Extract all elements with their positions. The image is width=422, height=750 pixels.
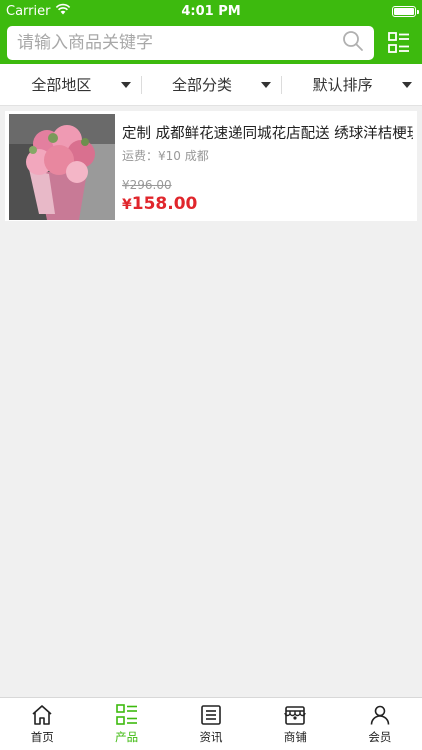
product-title[interactable]: 定制 成都鲜花速递同城花店配送 绣球洋桔梗玫瑰 xyxy=(122,122,413,143)
filter-label: 全部分类 xyxy=(172,76,233,94)
product-info: 定制 成都鲜花速递同城花店配送 绣球洋桔梗玫瑰 运费：¥10 成都 ¥296.0… xyxy=(115,114,413,218)
search-icon[interactable] xyxy=(342,30,364,56)
product-price: ¥158.00 xyxy=(122,194,413,214)
tab-home[interactable]: 首页 xyxy=(0,698,84,750)
product-card[interactable]: 定制 成都鲜花速递同城花店配送 绣球洋桔梗玫瑰 运费：¥10 成都 ¥296.0… xyxy=(5,111,417,221)
product-list-icon xyxy=(115,704,137,725)
filter-bar: 全部地区 全部分类 默认排序 xyxy=(0,64,422,106)
news-icon xyxy=(201,705,221,725)
category-menu-button[interactable] xyxy=(382,26,416,60)
filter-label: 默认排序 xyxy=(312,76,373,94)
tab-label: 商铺 xyxy=(283,730,307,744)
carrier-label: Carrier xyxy=(6,3,51,19)
tab-member[interactable]: 会员 xyxy=(338,698,422,750)
tab-label: 首页 xyxy=(30,730,54,744)
filter-label: 全部地区 xyxy=(31,76,92,94)
header: Carrier 4:01 PM xyxy=(0,0,422,64)
member-icon xyxy=(370,705,390,725)
status-left: Carrier xyxy=(6,3,71,19)
tab-news[interactable]: 资讯 xyxy=(169,698,253,750)
product-list: 定制 成都鲜花速递同城花店配送 绣球洋桔梗玫瑰 运费：¥10 成都 ¥296.0… xyxy=(0,106,422,221)
tab-label: 资讯 xyxy=(199,730,223,744)
store-icon xyxy=(284,706,307,725)
product-image[interactable] xyxy=(9,114,115,220)
caret-down-icon xyxy=(261,82,272,88)
wifi-icon xyxy=(55,3,71,19)
search-input[interactable] xyxy=(17,33,342,53)
caret-down-icon xyxy=(120,82,131,88)
price-currency: ¥ xyxy=(122,197,132,213)
battery-icon xyxy=(392,5,419,17)
app-root: Carrier 4:01 PM 请输入商品关键字 全部地区 全部分类 默认排序 … xyxy=(0,0,422,750)
filter-sort[interactable]: 默认排序 xyxy=(281,64,422,105)
tab-bar: 首页 产品 资讯 商铺 会员 xyxy=(0,697,422,750)
price-value: 158.00 xyxy=(131,194,198,214)
status-bar: Carrier 4:01 PM xyxy=(0,0,422,22)
home-icon xyxy=(32,705,52,725)
search-box xyxy=(7,26,374,60)
tab-label: 产品 xyxy=(115,730,139,744)
caret-down-icon xyxy=(402,82,413,88)
filter-region[interactable]: 全部地区 xyxy=(0,64,141,105)
product-original-price: ¥296.00 xyxy=(122,178,172,192)
search-row xyxy=(7,26,416,60)
product-shipping: 运费：¥10 成都 xyxy=(122,149,209,163)
tab-products[interactable]: 产品 xyxy=(84,698,168,750)
tab-store[interactable]: 商铺 xyxy=(253,698,337,750)
list-menu-icon xyxy=(388,32,409,53)
filter-category[interactable]: 全部分类 xyxy=(140,64,282,105)
tab-label: 会员 xyxy=(368,730,392,744)
